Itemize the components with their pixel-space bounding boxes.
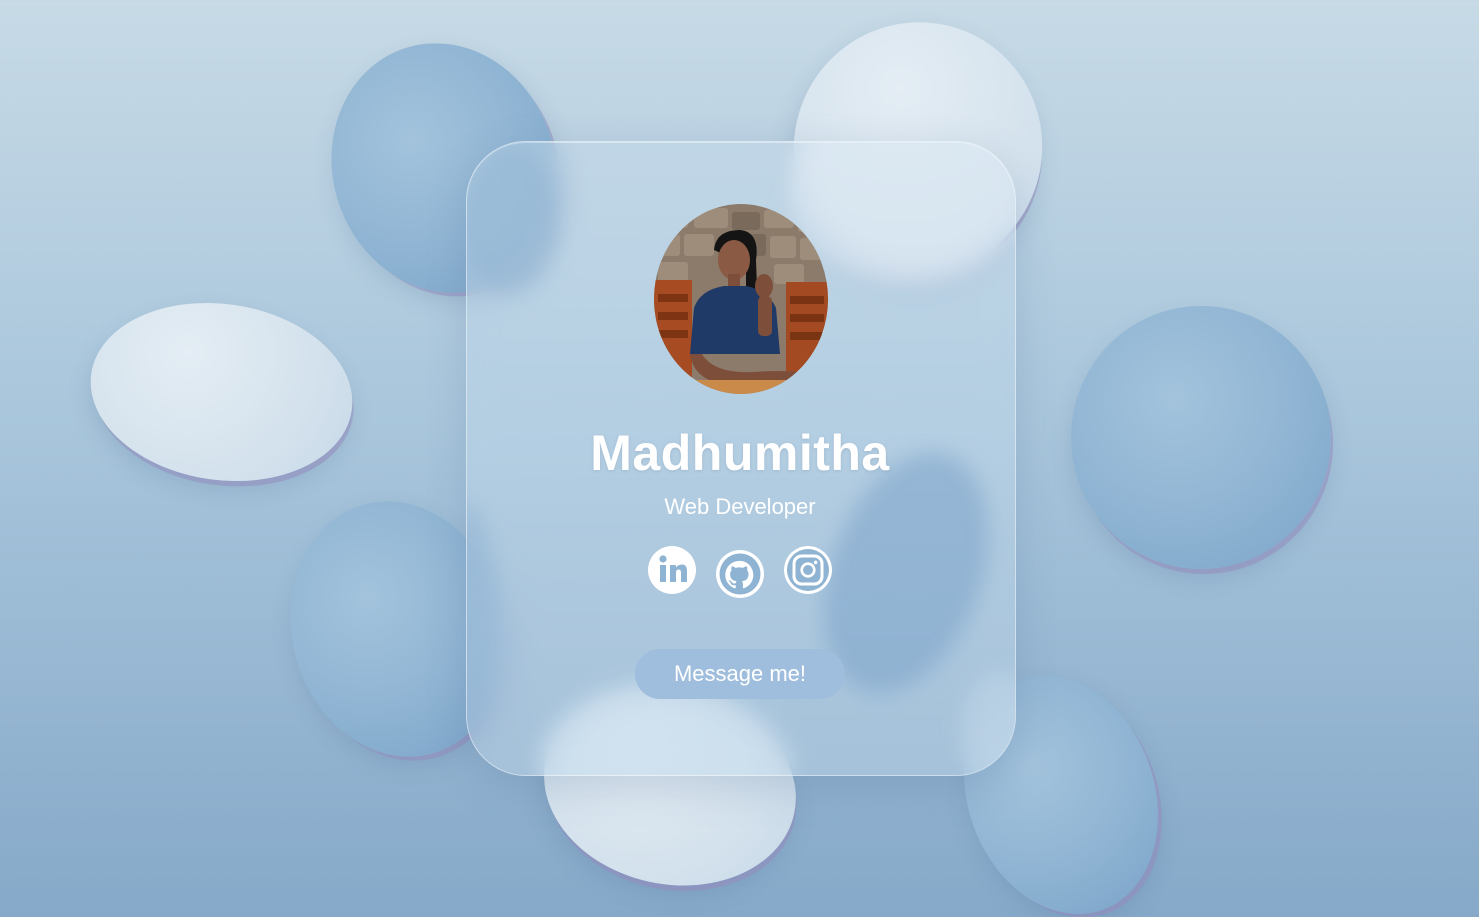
card-blur-disc <box>467 502 497 742</box>
profile-avatar <box>654 204 828 394</box>
linkedin-icon <box>648 546 696 594</box>
profile-role: Web Developer <box>664 494 816 519</box>
instagram-icon <box>784 546 832 594</box>
github-icon <box>716 550 764 598</box>
card-blur-disc <box>789 142 1015 282</box>
github-link[interactable] <box>715 549 765 599</box>
message-me-button[interactable]: Message me! <box>635 649 845 699</box>
card-blur-disc <box>541 690 781 775</box>
card-blur-disc <box>962 672 1015 775</box>
background-disc <box>79 286 364 498</box>
card-blur-disc <box>467 144 559 294</box>
avatar-photo <box>654 204 828 394</box>
profile-name: Madhumitha <box>590 425 890 481</box>
background-disc <box>1071 306 1331 569</box>
linkedin-link[interactable] <box>647 545 697 595</box>
instagram-link[interactable] <box>783 545 833 595</box>
